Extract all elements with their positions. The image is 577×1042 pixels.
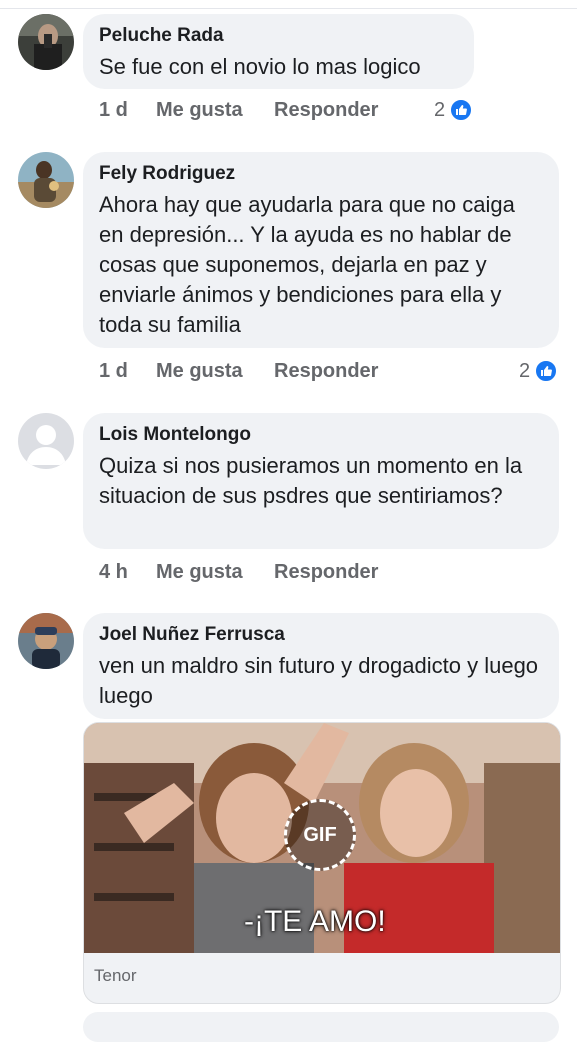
comment-time[interactable]: 1 d: [99, 360, 156, 383]
like-icon: [534, 359, 559, 383]
like-icon: [449, 98, 474, 122]
comment-bubble: Joel Nuñez Ferrusca ven un maldro sin fu…: [83, 613, 559, 719]
comment-text: ven un maldro sin futuro y drogadicto y …: [99, 653, 539, 708]
avatar-photo-icon: [18, 152, 74, 208]
comment-author[interactable]: Fely Rodriguez: [99, 162, 541, 186]
comment-author[interactable]: Lois Montelongo: [99, 423, 541, 447]
next-comment-bubble: [83, 1012, 559, 1042]
like-button[interactable]: Me gusta: [156, 561, 274, 584]
reaction-summary[interactable]: 2: [519, 359, 559, 383]
reaction-summary[interactable]: 2: [434, 98, 474, 122]
reply-button[interactable]: Responder: [274, 360, 378, 383]
avatar[interactable]: [18, 613, 74, 669]
comment-actions: 1 d Me gusta Responder: [99, 360, 378, 383]
reaction-count: 2: [519, 359, 531, 382]
gif-attachment[interactable]: GIF -¡TE AMO! Tenor: [83, 722, 561, 1004]
comment-bubble: Fely Rodriguez Ahora hay que ayudarla pa…: [83, 152, 559, 348]
comment-actions: 4 h Me gusta Responder: [99, 561, 378, 584]
gif-caption: -¡TE AMO!: [244, 905, 386, 938]
comment-text: Se fue con el novio lo mas logico: [99, 54, 421, 79]
like-button[interactable]: Me gusta: [156, 360, 274, 383]
avatar-photo-icon: [18, 613, 74, 669]
gif-play-badge[interactable]: GIF: [284, 799, 356, 871]
comment-author[interactable]: Peluche Rada: [99, 24, 456, 48]
avatar[interactable]: [18, 413, 74, 469]
gif-source[interactable]: Tenor: [94, 966, 137, 986]
avatar-photo-icon: [18, 14, 74, 70]
top-divider: [0, 8, 577, 9]
comment-time[interactable]: 4 h: [99, 561, 156, 584]
comment-author[interactable]: Joel Nuñez Ferrusca: [99, 623, 541, 647]
comment-text: Ahora hay que ayudarla para que no caiga…: [99, 192, 515, 337]
like-button[interactable]: Me gusta: [156, 99, 274, 122]
reply-button[interactable]: Responder: [274, 99, 378, 122]
comment-actions: 1 d Me gusta Responder: [99, 99, 378, 122]
comment-bubble: Peluche Rada Se fue con el novio lo mas …: [83, 14, 474, 89]
comment-text: Quiza si nos pusieramos un momento en la…: [99, 453, 523, 508]
avatar[interactable]: [18, 14, 74, 70]
comment-bubble: Lois Montelongo Quiza si nos pusieramos …: [83, 413, 559, 549]
comment-time[interactable]: 1 d: [99, 99, 156, 122]
reply-button[interactable]: Responder: [274, 561, 378, 584]
gif-image[interactable]: GIF -¡TE AMO!: [84, 723, 560, 953]
avatar[interactable]: [18, 152, 74, 208]
default-avatar-icon: [18, 413, 74, 469]
reaction-count: 2: [434, 98, 446, 121]
